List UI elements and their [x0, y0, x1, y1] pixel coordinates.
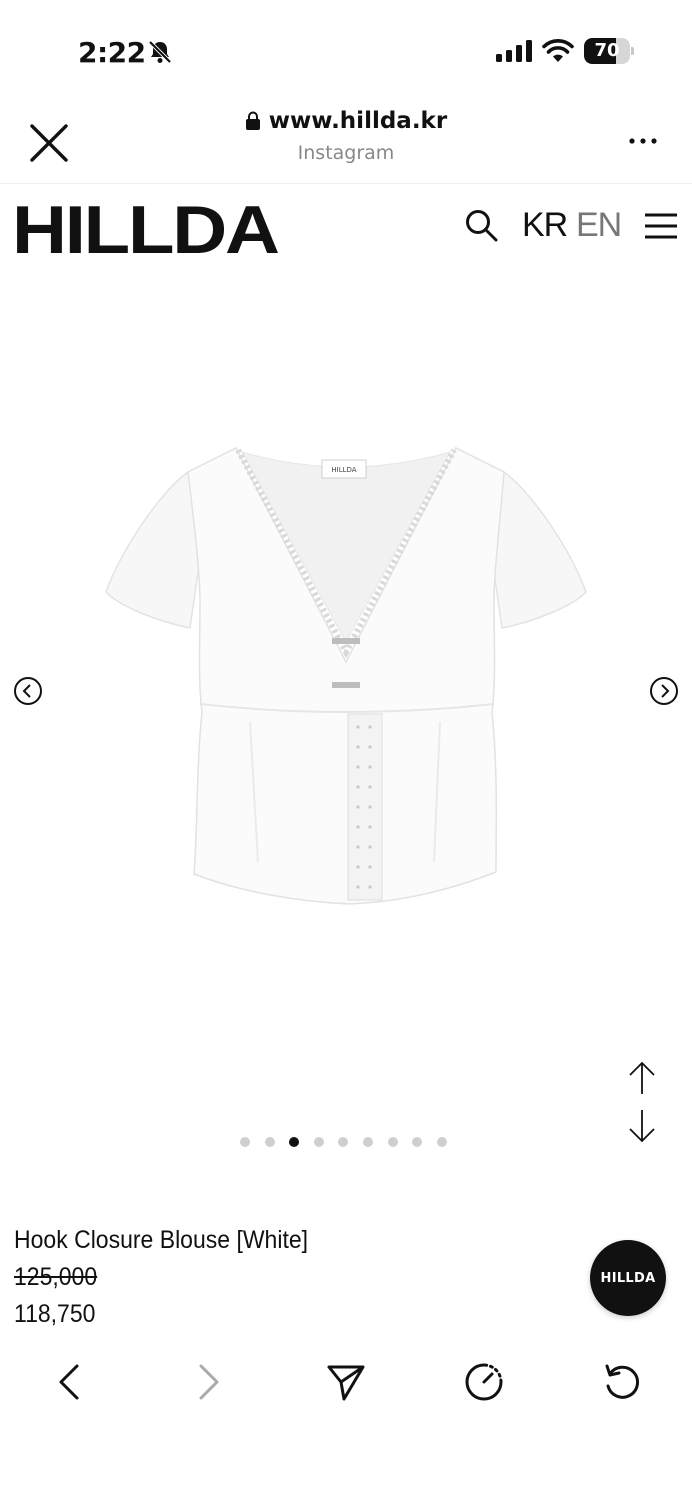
address-bar[interactable]: www.hillda.kr Instagram [0, 108, 692, 164]
carousel-dot[interactable] [387, 1137, 398, 1147]
site-logo[interactable]: HILLDA [12, 196, 280, 264]
status-bar: 2:22 70 [0, 0, 692, 100]
browser-toolbar [0, 1340, 692, 1500]
arrow-up-icon[interactable] [626, 1060, 658, 1096]
browser-header: www.hillda.kr Instagram [0, 100, 692, 184]
reload-icon[interactable] [602, 1362, 642, 1402]
more-icon[interactable] [628, 126, 658, 156]
battery-level: 70 [594, 40, 620, 61]
bell-slash-icon [148, 40, 172, 64]
arrow-right-circle-icon[interactable] [649, 676, 679, 706]
status-time: 2:22 [78, 36, 146, 69]
wifi-icon [542, 39, 574, 62]
language-en[interactable]: EN [576, 206, 622, 245]
arrow-down-icon[interactable] [626, 1108, 658, 1144]
language-kr[interactable]: KR [522, 206, 568, 245]
carousel-dot[interactable] [313, 1137, 324, 1147]
product-name: Hook Closure Blouse [White] [14, 1226, 309, 1254]
carousel-dot[interactable] [436, 1137, 447, 1147]
site-header: HILLDA KR EN [0, 184, 692, 276]
chat-button[interactable]: HILLDA [590, 1240, 666, 1316]
share-icon[interactable] [326, 1362, 366, 1402]
product-image[interactable]: HILLDA [100, 442, 592, 912]
original-price: 125,000 [14, 1263, 98, 1291]
url-text: www.hillda.kr [268, 108, 448, 134]
carousel-dot[interactable] [289, 1137, 300, 1147]
carousel-dot[interactable] [362, 1137, 373, 1147]
carousel-dot[interactable] [338, 1137, 349, 1147]
product-info: Hook Closure Blouse [White] 125,000 118,… [14, 1226, 534, 1329]
svg-text:HILLDA: HILLDA [331, 466, 356, 474]
hamburger-menu-icon[interactable] [644, 212, 678, 240]
carousel-dot[interactable] [264, 1137, 275, 1147]
lock-icon [245, 111, 260, 130]
carousel-dot[interactable] [240, 1137, 250, 1147]
sale-price: 118,750 [14, 1300, 96, 1328]
back-icon[interactable] [50, 1362, 90, 1402]
source-label: Instagram [297, 142, 395, 164]
forward-icon[interactable] [188, 1362, 228, 1402]
arrow-left-circle-icon[interactable] [13, 676, 43, 706]
carousel-dot[interactable] [412, 1137, 423, 1147]
signal-icon [496, 40, 532, 62]
battery-icon: 70 [584, 38, 634, 64]
search-icon[interactable] [464, 208, 498, 242]
product-gallery: HILLDA [0, 276, 692, 1216]
carousel-indicators [240, 1137, 447, 1147]
timer-icon[interactable] [464, 1362, 504, 1402]
